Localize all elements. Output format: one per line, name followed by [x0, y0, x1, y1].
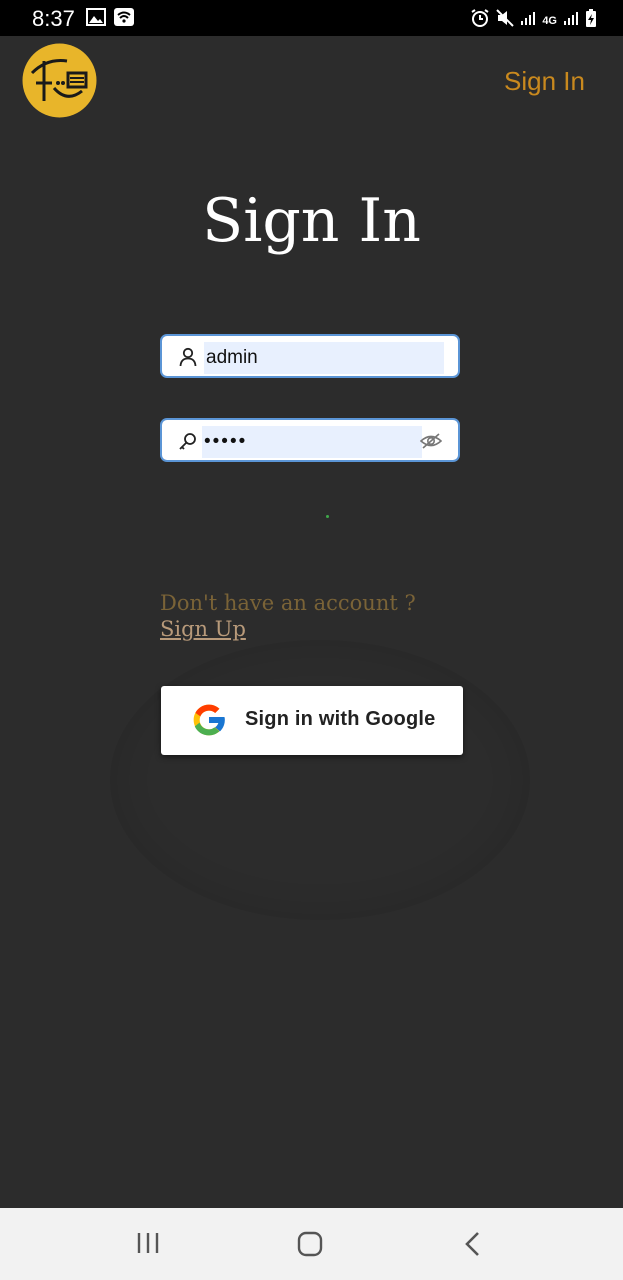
- username-input[interactable]: [204, 342, 444, 374]
- background-decoration: [110, 640, 530, 920]
- home-icon[interactable]: [296, 1230, 324, 1263]
- header-signin-link[interactable]: Sign In: [504, 66, 585, 97]
- wifi-icon: [114, 8, 134, 31]
- mute-icon: [496, 9, 515, 32]
- alarm-icon: [470, 8, 490, 33]
- signup-prompt: Don't have an account ? Sign Up: [160, 590, 460, 642]
- status-time: 8:37: [32, 6, 75, 31]
- signal-icon: [520, 10, 536, 31]
- status-bar: 8:37 4G: [0, 0, 623, 36]
- app-logo[interactable]: [22, 43, 97, 118]
- username-field[interactable]: [160, 334, 460, 378]
- network-type-label: 4G: [542, 14, 557, 27]
- page-title: Sign In: [202, 186, 421, 256]
- back-icon[interactable]: [463, 1230, 483, 1263]
- recent-apps-icon[interactable]: [135, 1230, 161, 1261]
- system-nav-bar: [0, 1208, 623, 1280]
- signal-icon: [563, 10, 579, 31]
- google-icon: [189, 700, 229, 745]
- signup-link[interactable]: Sign Up: [160, 617, 246, 641]
- loading-indicator: [326, 515, 329, 518]
- battery-charging-icon: [585, 8, 597, 33]
- google-signin-label: Sign in with Google: [245, 708, 436, 730]
- key-icon: [178, 431, 198, 456]
- password-input[interactable]: [202, 426, 422, 458]
- gallery-icon: [86, 8, 106, 31]
- google-signin-button[interactable]: Sign in with Google: [161, 686, 463, 755]
- person-icon: [178, 347, 198, 372]
- signup-prompt-text: Don't have an account ?: [160, 591, 416, 615]
- eye-off-icon[interactable]: [419, 432, 443, 455]
- password-field[interactable]: [160, 418, 460, 462]
